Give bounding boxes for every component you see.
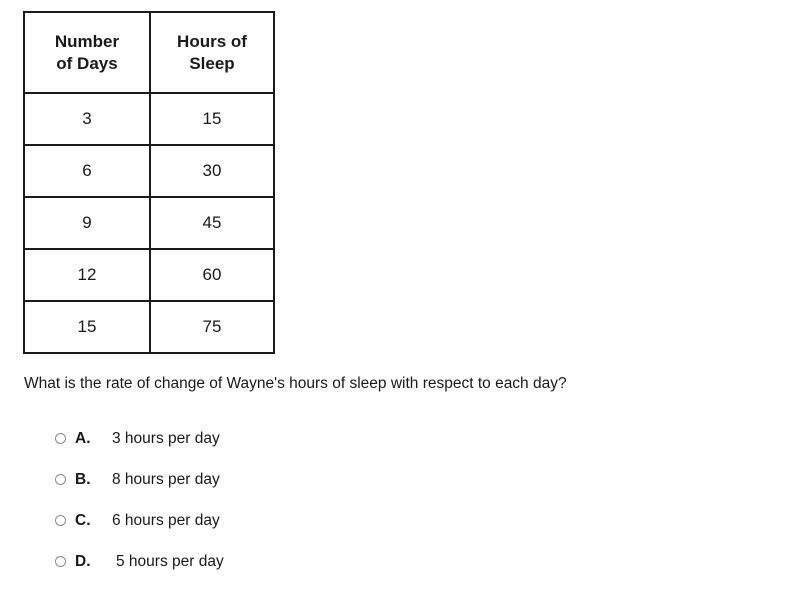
cell-sleep: 75 bbox=[149, 300, 275, 354]
option-letter-c: C. bbox=[75, 511, 91, 529]
radio-unselected-icon[interactable] bbox=[55, 474, 66, 485]
table-row: 12 60 bbox=[23, 248, 275, 302]
table-row: 3 15 bbox=[23, 92, 275, 146]
table-header-row: Number of Days Hours of Sleep bbox=[23, 11, 275, 94]
cell-days: 9 bbox=[23, 196, 151, 250]
header-line-1: Hours of bbox=[177, 32, 247, 52]
table-body: 3 15 6 30 9 45 12 60 15 75 bbox=[23, 92, 275, 354]
radio-unselected-icon[interactable] bbox=[55, 515, 66, 526]
radio-unselected-icon[interactable] bbox=[55, 433, 66, 444]
question-text: What is the rate of change of Wayne's ho… bbox=[24, 375, 567, 392]
header-line-1: Number bbox=[54, 32, 120, 52]
option-letter-b: B. bbox=[75, 470, 91, 488]
table-row: 15 75 bbox=[23, 300, 275, 354]
option-letter-a: A. bbox=[75, 429, 91, 447]
table-head: Number of Days Hours of Sleep bbox=[23, 11, 275, 94]
option-row-a[interactable]: A. 3 hours per day bbox=[24, 418, 544, 459]
option-letter-d: D. bbox=[75, 552, 91, 570]
option-row-d[interactable]: D. 5 hours per day bbox=[24, 541, 544, 582]
cell-sleep: 60 bbox=[149, 248, 275, 302]
header-line-2: Sleep bbox=[189, 53, 235, 73]
sleep-data-table: Number of Days Hours of Sleep 3 15 6 30 … bbox=[23, 11, 275, 354]
option-row-b[interactable]: B. 8 hours per day bbox=[24, 459, 544, 500]
column-header-number-of-days: Number of Days bbox=[23, 11, 151, 94]
cell-days: 3 bbox=[23, 92, 151, 146]
cell-days: 15 bbox=[23, 300, 151, 354]
data-table-container: Number of Days Hours of Sleep 3 15 6 30 … bbox=[23, 11, 275, 354]
option-label-c: 6 hours per day bbox=[112, 511, 220, 529]
cell-sleep: 30 bbox=[149, 144, 275, 198]
column-header-hours-of-sleep: Hours of Sleep bbox=[149, 11, 275, 94]
option-label-d: 5 hours per day bbox=[116, 552, 224, 570]
option-row-c[interactable]: C. 6 hours per day bbox=[24, 500, 544, 541]
header-line-2: of Days bbox=[56, 53, 118, 73]
answer-options-list: A. 3 hours per day B. 8 hours per day C.… bbox=[24, 418, 544, 582]
table-row: 9 45 bbox=[23, 196, 275, 250]
radio-unselected-icon[interactable] bbox=[55, 556, 66, 567]
cell-days: 6 bbox=[23, 144, 151, 198]
cell-sleep: 45 bbox=[149, 196, 275, 250]
option-label-b: 8 hours per day bbox=[112, 470, 220, 488]
option-label-a: 3 hours per day bbox=[112, 429, 220, 447]
table-row: 6 30 bbox=[23, 144, 275, 198]
cell-days: 12 bbox=[23, 248, 151, 302]
cell-sleep: 15 bbox=[149, 92, 275, 146]
